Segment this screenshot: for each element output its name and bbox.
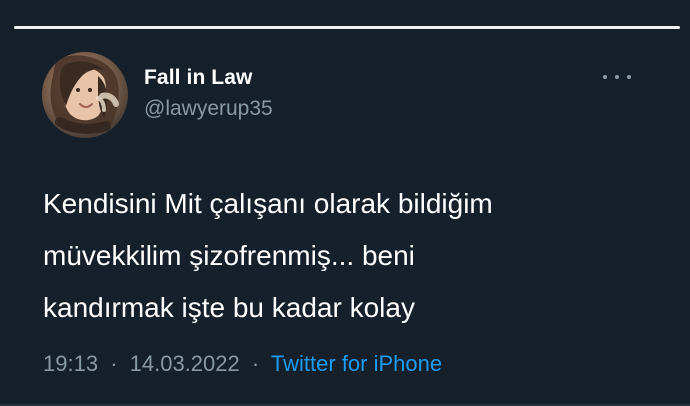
tweet-text: Kendisini Mit çalışanı olarak bildiğim m… xyxy=(43,178,653,334)
more-dot xyxy=(627,75,631,79)
avatar-image xyxy=(42,52,128,138)
meta-separator: · xyxy=(251,351,260,376)
more-icon[interactable] xyxy=(603,70,631,84)
tweet-text-line: Kendisini Mit çalışanı olarak bildiğim xyxy=(43,188,493,219)
meta-separator: · xyxy=(110,351,118,376)
tweet-time: 19:13 xyxy=(43,351,99,376)
tweet-source[interactable]: Twitter for iPhone xyxy=(271,351,442,376)
more-dot xyxy=(603,75,607,79)
display-name[interactable]: Fall in Law xyxy=(144,66,252,90)
tweet-meta: 19:13 · 14.03.2022 · Twitter for iPhone xyxy=(43,351,442,377)
tweet-date: 14.03.2022 xyxy=(129,351,240,376)
avatar[interactable] xyxy=(42,52,128,138)
tweet-card: Fall in Law @lawyerup35 Kendisini Mit ça… xyxy=(0,0,690,406)
tweet-text-line: kandırmak işte bu kadar kolay xyxy=(43,292,415,323)
user-handle[interactable]: @lawyerup35 xyxy=(144,97,273,121)
tweet-text-line: müvekkilim şizofrenmiş... beni xyxy=(43,240,415,271)
more-dot xyxy=(615,75,619,79)
